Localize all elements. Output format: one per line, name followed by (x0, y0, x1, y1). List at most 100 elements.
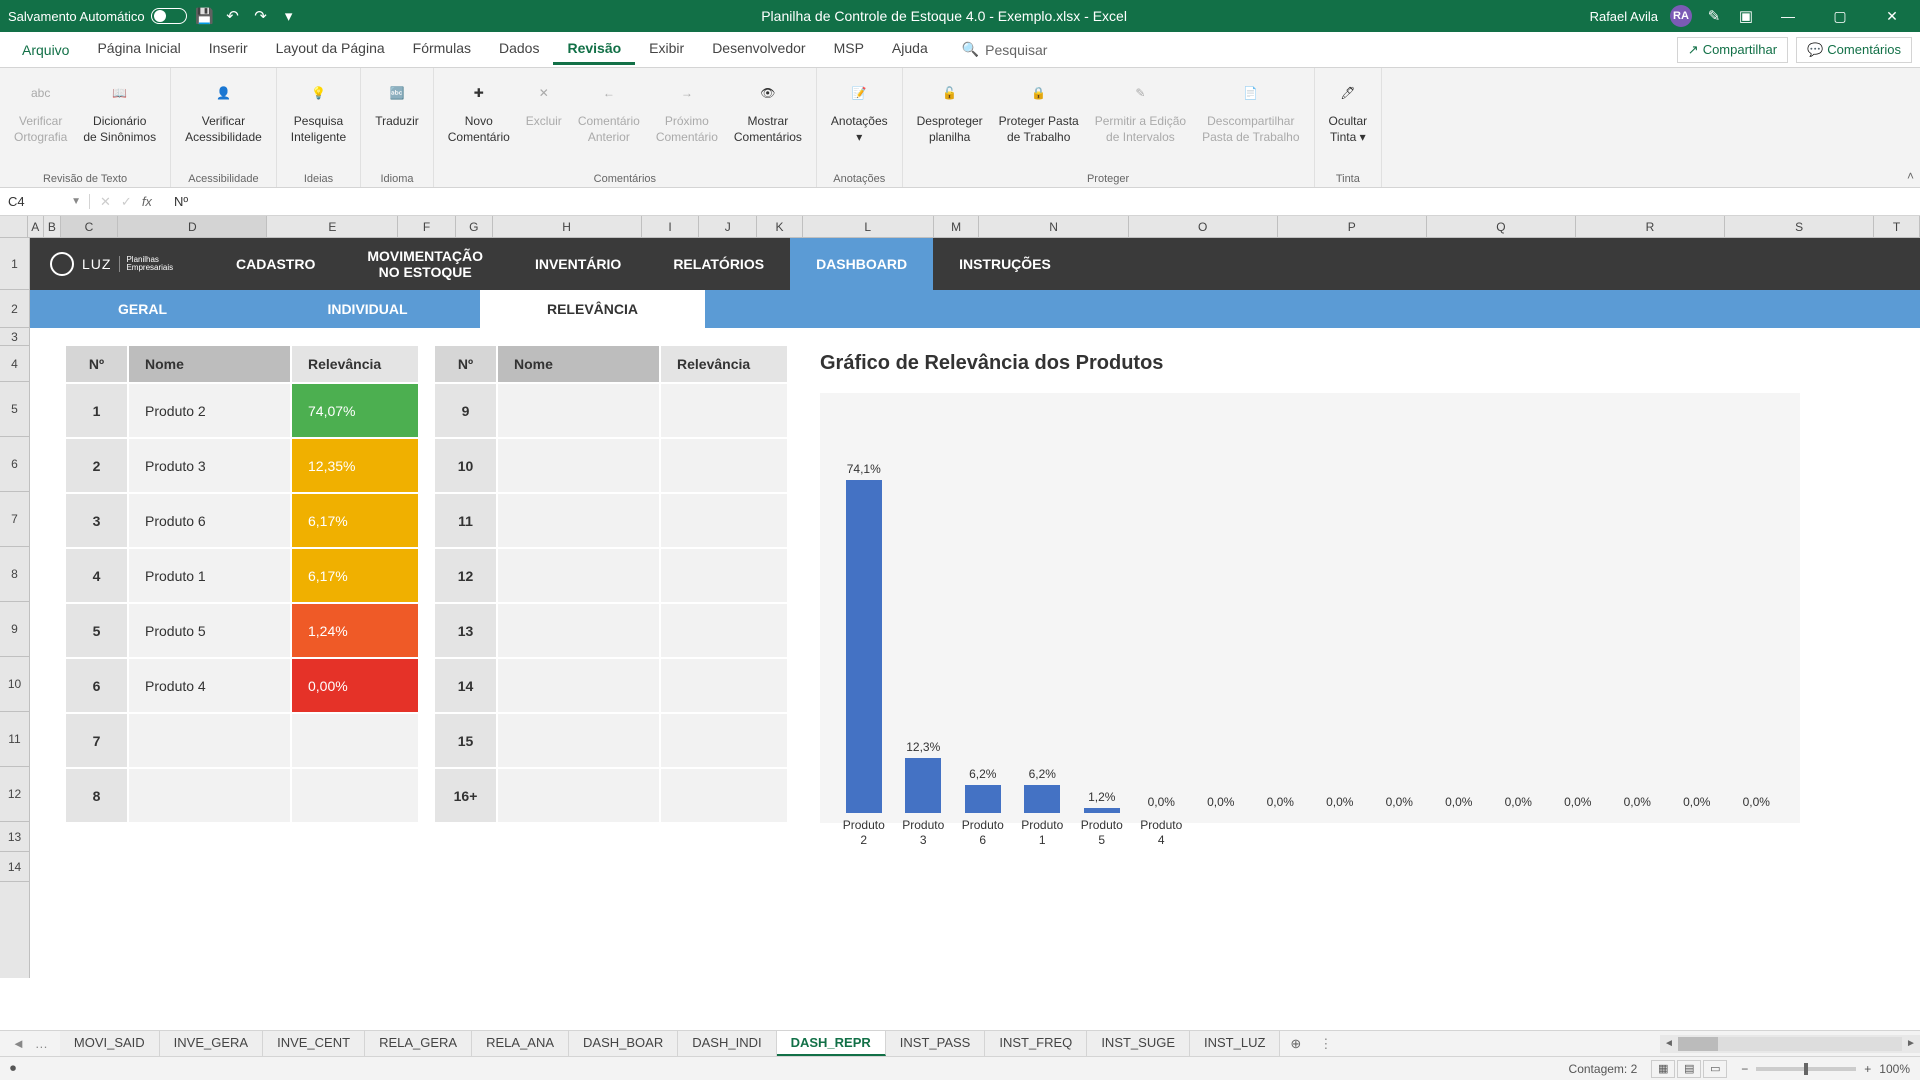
column-header[interactable]: Q (1427, 216, 1576, 237)
row-header[interactable]: 1 (0, 238, 29, 290)
cell-number[interactable]: 7 (66, 712, 129, 767)
cell-number[interactable]: 12 (435, 547, 498, 602)
ribbon-cmd[interactable]: 👤VerificarAcessibilidade (179, 74, 268, 147)
draw-icon[interactable]: ✎ (1704, 6, 1724, 26)
cell-number[interactable]: 6 (66, 657, 129, 712)
redo-icon[interactable]: ↷ (251, 6, 271, 26)
ribbon-cmd[interactable]: 📖Dicionáriode Sinônimos (77, 74, 162, 147)
cell-number[interactable]: 16+ (435, 767, 498, 822)
row-header[interactable]: 6 (0, 437, 29, 492)
autosave-toggle[interactable]: Salvamento Automático (8, 8, 187, 24)
cell-relevance[interactable]: 6,17% (292, 492, 418, 547)
ribbon-tab-ajuda[interactable]: Ajuda (878, 34, 942, 65)
cell-number[interactable]: 5 (66, 602, 129, 657)
column-header[interactable]: C (61, 216, 119, 237)
sheet-tab[interactable]: INVE_GERA (160, 1031, 263, 1056)
row-header[interactable]: 14 (0, 852, 29, 882)
sheet-tab[interactable]: INST_SUGE (1087, 1031, 1190, 1056)
cell-name[interactable] (498, 767, 661, 822)
cell-name[interactable]: Produto 5 (129, 602, 292, 657)
sheet-tab[interactable]: RELA_ANA (472, 1031, 569, 1056)
ribbon-cmd[interactable]: 👁MostrarComentários (728, 74, 808, 147)
cell-number[interactable]: 13 (435, 602, 498, 657)
cell-name[interactable] (498, 657, 661, 712)
ribbon-mode-icon[interactable]: ▣ (1736, 6, 1756, 26)
nav-primary-item[interactable]: DASHBOARD (790, 238, 933, 290)
tab-scroll-first-icon[interactable]: ◄ (8, 1034, 29, 1053)
cell-name[interactable] (498, 492, 661, 547)
cell-name[interactable]: Produto 2 (129, 382, 292, 437)
worksheet[interactable]: LUZ PlanilhasEmpresariais CADASTROMOVIME… (30, 238, 1920, 978)
ribbon-cmd[interactable]: 🔓Desprotegerplanilha (911, 74, 989, 147)
ribbon-cmd[interactable]: 📝Anotações▾ (825, 74, 894, 147)
fx-icon[interactable]: fx (142, 194, 152, 209)
row-header[interactable]: 10 (0, 657, 29, 712)
column-header[interactable]: J (699, 216, 757, 237)
cell-name[interactable]: Produto 6 (129, 492, 292, 547)
cell-relevance[interactable]: 12,35% (292, 437, 418, 492)
file-tab[interactable]: Arquivo (8, 36, 83, 64)
select-all-corner[interactable] (0, 216, 28, 237)
cell-name[interactable] (129, 712, 292, 767)
column-header[interactable]: D (118, 216, 267, 237)
name-box[interactable]: C4▼ (0, 194, 90, 209)
undo-icon[interactable]: ↶ (223, 6, 243, 26)
sheet-tab[interactable]: INVE_CENT (263, 1031, 365, 1056)
sheet-tab[interactable]: DASH_BOAR (569, 1031, 678, 1056)
column-header[interactable]: O (1129, 216, 1278, 237)
cell-name[interactable] (498, 437, 661, 492)
ribbon-cmd[interactable]: 🔒Proteger Pastade Trabalho (993, 74, 1085, 147)
minimize-button[interactable]: — (1768, 0, 1808, 32)
column-header[interactable]: K (757, 216, 803, 237)
row-header[interactable]: 7 (0, 492, 29, 547)
sheet-tab[interactable]: DASH_INDI (678, 1031, 776, 1056)
ribbon-tab-layout-da-p-gina[interactable]: Layout da Página (262, 34, 399, 65)
horizontal-scrollbar[interactable]: ◄► (1660, 1035, 1920, 1053)
cell-relevance[interactable]: 0,00% (292, 657, 418, 712)
share-button[interactable]: ↗ Compartilhar (1677, 37, 1788, 63)
cell-relevance[interactable] (661, 767, 787, 822)
cell-name[interactable] (129, 767, 292, 822)
row-header[interactable]: 3 (0, 328, 29, 346)
row-header[interactable]: 5 (0, 382, 29, 437)
add-sheet-button[interactable]: ⊕ (1280, 1032, 1311, 1056)
page-layout-view-button[interactable]: ▤ (1677, 1060, 1701, 1078)
column-header[interactable]: T (1874, 216, 1920, 237)
sheet-tab[interactable]: DASH_REPR (777, 1031, 886, 1056)
cell-number[interactable]: 9 (435, 382, 498, 437)
ribbon-tab-desenvolvedor[interactable]: Desenvolvedor (698, 34, 819, 65)
nav-secondary-item[interactable]: GERAL (30, 290, 255, 328)
row-header[interactable]: 4 (0, 346, 29, 382)
nav-primary-item[interactable]: MOVIMENTAÇÃONO ESTOQUE (341, 238, 509, 290)
nav-secondary-item[interactable]: RELEVÂNCIA (480, 290, 705, 328)
ribbon-tab-p-gina-inicial[interactable]: Página Inicial (83, 34, 194, 65)
cell-name[interactable] (498, 547, 661, 602)
cell-relevance[interactable] (661, 712, 787, 767)
cell-relevance[interactable] (661, 437, 787, 492)
ribbon-cmd[interactable]: 🖊OcultarTinta ▾ (1323, 74, 1374, 147)
cell-relevance[interactable] (661, 382, 787, 437)
record-macro-icon[interactable]: ⏺ (10, 1061, 16, 1076)
user-name[interactable]: Rafael Avila (1590, 9, 1658, 24)
cell-name[interactable] (498, 382, 661, 437)
cell-number[interactable]: 11 (435, 492, 498, 547)
cell-number[interactable]: 10 (435, 437, 498, 492)
sheet-tab[interactable]: INST_LUZ (1190, 1031, 1280, 1056)
sheet-tab[interactable]: MOVI_SAID (60, 1031, 160, 1056)
nav-primary-item[interactable]: INSTRUÇÕES (933, 238, 1077, 290)
cell-name[interactable]: Produto 3 (129, 437, 292, 492)
ribbon-tab-msp[interactable]: MSP (820, 34, 878, 65)
ribbon-tab-dados[interactable]: Dados (485, 34, 553, 65)
column-header[interactable]: G (456, 216, 493, 237)
cell-number[interactable]: 4 (66, 547, 129, 602)
formula-input[interactable]: Nº (162, 194, 188, 209)
ribbon-tab-f-rmulas[interactable]: Fórmulas (399, 34, 485, 65)
zoom-in-icon[interactable]: + (1864, 1062, 1871, 1076)
ribbon-tab-inserir[interactable]: Inserir (195, 34, 262, 65)
cell-relevance[interactable] (292, 767, 418, 822)
zoom-out-icon[interactable]: − (1741, 1062, 1748, 1076)
accept-formula-icon[interactable]: ✓ (121, 194, 132, 210)
comments-button[interactable]: 💬 Comentários (1796, 37, 1912, 63)
ribbon-cmd[interactable]: 💡PesquisaInteligente (285, 74, 352, 147)
cell-name[interactable] (498, 712, 661, 767)
